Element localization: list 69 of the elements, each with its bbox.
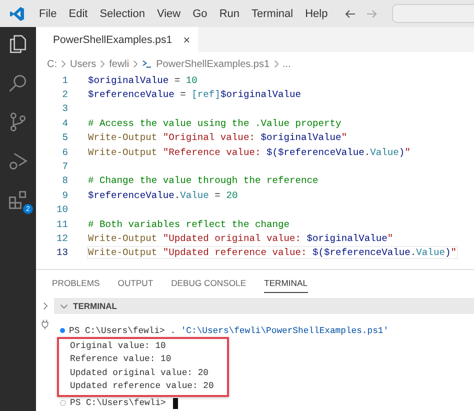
panel-tab[interactable]: OUTPUT	[118, 278, 154, 292]
menu-item[interactable]: Terminal	[246, 8, 300, 20]
chevron-icon	[274, 60, 279, 68]
line-number: 2	[61, 89, 68, 100]
chevron-down-icon	[60, 304, 68, 309]
terminal-output: Updated original value: 20	[70, 366, 210, 380]
code-line: Write-Output "Reference value: $($referenceValue.Value)"	[88, 146, 410, 158]
line-number: 13	[55, 247, 68, 258]
menu-item[interactable]: File	[33, 8, 63, 20]
menu-item[interactable]: Edit	[62, 8, 94, 20]
line-number: 6	[61, 146, 68, 158]
line-number: 12	[55, 232, 68, 244]
chevron-icon	[133, 60, 138, 68]
terminal-output: Updated reference value: 20	[70, 380, 215, 394]
terminal-output: Original value: 10	[70, 340, 167, 354]
cursor	[172, 398, 178, 409]
code-line: # Access the value using the .Value property	[88, 118, 342, 129]
files-icon[interactable]	[7, 33, 29, 55]
panel-tab[interactable]: DEBUG CONSOLE	[171, 278, 246, 292]
line-number: 1	[61, 74, 68, 86]
code-line: Write-Output "Updated original value: $originalValue"	[88, 232, 394, 244]
breadcrumb-item[interactable]: Users	[70, 58, 96, 70]
status-dot-icon	[60, 328, 65, 334]
code-line: Write-Output "Updated reference value: $($referenceValue.Value)"	[88, 247, 456, 258]
status-dot-icon	[60, 400, 66, 406]
line-number: 5	[61, 132, 68, 144]
code-line: $referenceValue.Value = 20	[88, 190, 238, 201]
powershell-icon	[142, 60, 152, 68]
line-number: 7	[61, 161, 68, 172]
breadcrumb-item[interactable]: fewli	[109, 58, 130, 70]
close-button[interactable]: ×	[183, 32, 190, 46]
menu-item[interactable]: Selection	[94, 8, 151, 20]
breadcrumb-item[interactable]: PowerShellExamples.ps1	[156, 58, 270, 70]
breadcrumb-item[interactable]: C:	[47, 58, 57, 70]
code-line: # Both variables reflect the change	[88, 218, 290, 230]
line-number: 3	[61, 103, 68, 114]
run-debug-icon[interactable]	[7, 150, 29, 172]
tab-label: PowerShellExamples.ps1	[53, 34, 172, 46]
line-number: 4	[61, 118, 68, 129]
app-logo-icon	[9, 6, 25, 22]
line-number: 10	[55, 204, 68, 216]
terminal-prompt: PS C:\Users\fewli>	[70, 398, 166, 408]
menu-item[interactable]: View	[150, 8, 187, 20]
chevron-icon	[61, 60, 66, 68]
line-number: 8	[61, 175, 68, 186]
code-line: $originalValue = 10	[88, 74, 198, 86]
terminal-output: Reference value: 10	[70, 353, 172, 366]
line-number: 9	[61, 190, 68, 201]
panel-tab[interactable]: PROBLEMS	[52, 278, 100, 292]
search-icon[interactable]	[7, 72, 29, 94]
back-arrow-icon[interactable]	[344, 8, 356, 20]
line-number: 11	[55, 218, 68, 230]
code-line: # Change the value through the reference	[88, 175, 318, 186]
breadcrumb-item[interactable]: ...	[282, 58, 291, 70]
code-line: $referenceValue = [ref]$originalValue	[88, 89, 302, 100]
chevron-icon	[100, 60, 106, 68]
chevron-icon[interactable]	[42, 302, 48, 310]
editor-tab[interactable]: PowerShellExamples.ps1 ×	[36, 27, 198, 52]
panel-tab[interactable]: TERMINAL	[264, 278, 308, 294]
menu-item[interactable]: Go	[186, 8, 214, 20]
menu-item[interactable]: Run	[213, 8, 246, 20]
menu-item[interactable]: Help	[299, 8, 334, 20]
section-title: TERMINAL	[73, 301, 117, 312]
command-center-field[interactable]	[392, 4, 474, 23]
code-line: Write-Output "Original value: $originalValue"	[88, 132, 348, 144]
terminal-header[interactable]: TERMINAL	[54, 298, 474, 314]
plug-icon[interactable]	[41, 319, 49, 330]
terminal-command: PS C:\Users\fewli> . 'C:\Users\fewli\PowerShellExamples.ps1'	[69, 326, 389, 336]
extensions-icon[interactable]	[7, 189, 29, 211]
